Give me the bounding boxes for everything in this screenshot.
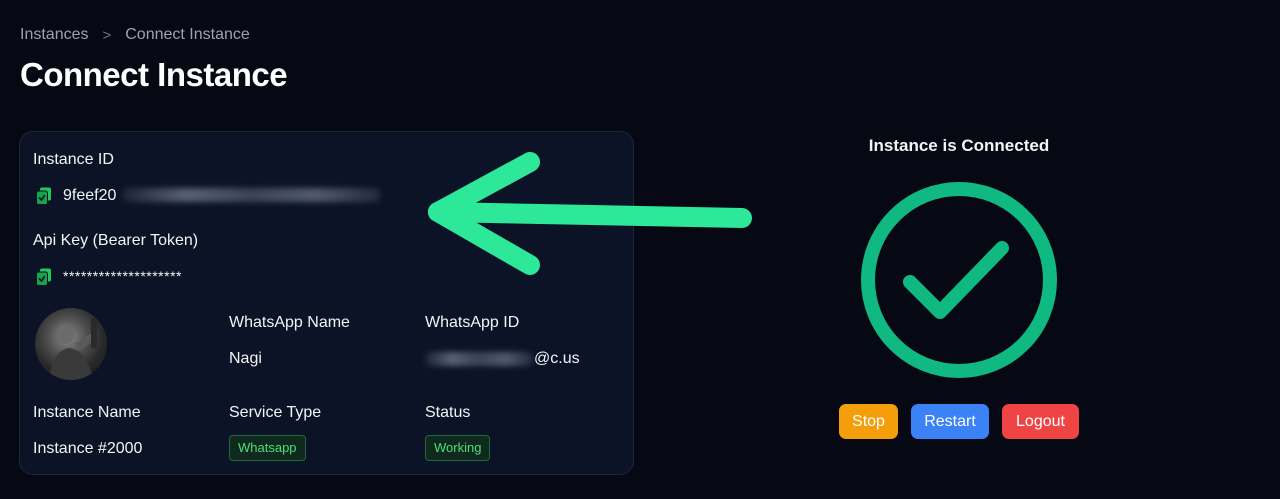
status-badge: Working [425, 435, 491, 461]
status-label: Status [425, 404, 471, 421]
api-key-label: Api Key (Bearer Token) [33, 232, 199, 249]
logout-button[interactable]: Logout [1002, 404, 1079, 439]
whatsapp-id-label: WhatsApp ID [425, 314, 520, 331]
check-circle-icon [861, 182, 1057, 378]
whatsapp-id-redaction [425, 352, 533, 366]
service-type-label: Service Type [229, 404, 322, 421]
instance-name-value: Instance #2000 [33, 440, 143, 457]
whatsapp-id-suffix: @c.us [534, 350, 580, 367]
connection-status-text: Instance is Connected [868, 136, 1050, 155]
breadcrumb-current: Connect Instance [125, 26, 250, 43]
restart-button[interactable]: Restart [911, 404, 989, 439]
annotation-arrow [428, 152, 752, 275]
instance-name-label: Instance Name [33, 404, 141, 421]
chevron-right-icon: > [102, 26, 112, 44]
copy-icon[interactable] [36, 268, 52, 286]
stop-button[interactable]: Stop [839, 404, 898, 439]
breadcrumb-instances-link[interactable]: Instances [20, 26, 88, 44]
breadcrumb: Instances > Connect Instance [20, 26, 250, 44]
instance-id-redaction [122, 188, 380, 202]
instance-id-label: Instance ID [33, 151, 114, 168]
whatsapp-name-value: Nagi [229, 350, 262, 367]
api-key-value: ******************** [63, 268, 182, 284]
whatsapp-name-label: WhatsApp Name [229, 314, 350, 331]
avatar [35, 308, 107, 380]
copy-icon[interactable] [36, 187, 52, 205]
instance-id-value: 9feef20 [63, 187, 117, 204]
page-title: Connect Instance [20, 56, 288, 93]
service-type-badge: Whatsapp [229, 435, 306, 461]
